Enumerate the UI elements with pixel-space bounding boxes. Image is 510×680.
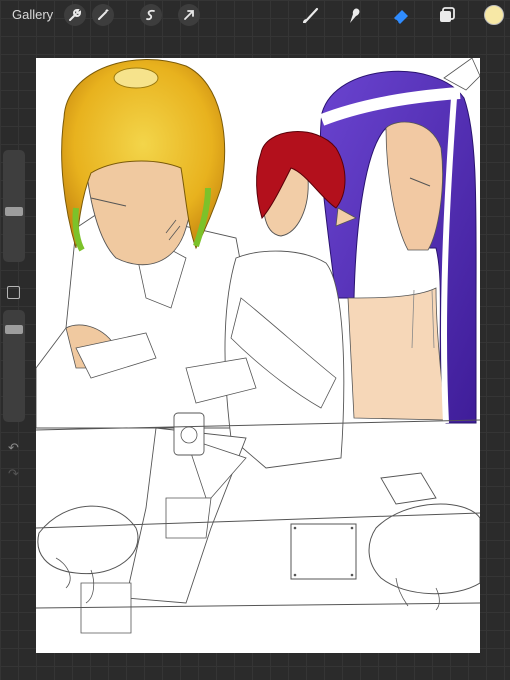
color-picker-swatch[interactable] bbox=[484, 5, 504, 25]
left-sidebar: ↶ ↷ bbox=[3, 150, 25, 482]
selection-icon[interactable] bbox=[140, 4, 162, 26]
opacity-handle[interactable] bbox=[5, 325, 23, 335]
brush-size-handle[interactable] bbox=[5, 206, 23, 216]
purple-hair-character bbox=[319, 58, 480, 424]
opacity-slider[interactable] bbox=[3, 310, 25, 422]
brush-icon[interactable] bbox=[300, 4, 322, 26]
layers-icon[interactable] bbox=[436, 4, 458, 26]
modify-button-icon[interactable] bbox=[7, 286, 20, 299]
gallery-button[interactable]: Gallery bbox=[12, 7, 53, 22]
smudge-icon[interactable] bbox=[343, 4, 365, 26]
drawing-canvas[interactable] bbox=[36, 58, 480, 653]
artwork bbox=[36, 58, 480, 634]
brush-size-slider[interactable] bbox=[3, 150, 25, 262]
redo-icon[interactable]: ↷ bbox=[8, 466, 19, 482]
top-toolbar: Gallery bbox=[0, 0, 510, 30]
magic-wand-icon[interactable] bbox=[92, 4, 114, 26]
wrench-icon[interactable] bbox=[64, 4, 86, 26]
undo-icon[interactable]: ↶ bbox=[8, 440, 19, 456]
eraser-icon[interactable] bbox=[390, 4, 412, 26]
transform-arrow-icon[interactable] bbox=[178, 4, 200, 26]
